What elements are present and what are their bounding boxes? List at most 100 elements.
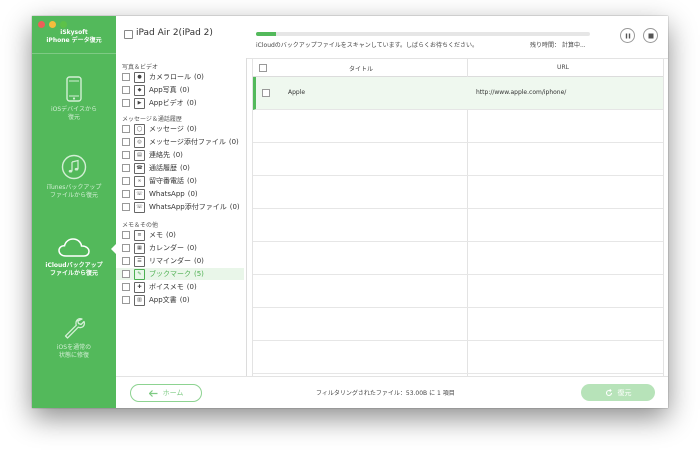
table-row[interactable]: Apple http://www.apple.com/iphone/ (253, 77, 663, 110)
nav-label-line1: iTunesバックアップ (46, 184, 102, 191)
category-calendar[interactable]: ▦ カレンダー (0) (116, 242, 244, 254)
category-label: WhatsApp添付ファイル (149, 203, 227, 211)
category-app-photos[interactable]: ◆ App写真 (0) (116, 84, 244, 96)
nav-repair-ios[interactable]: iOSを通常の 状態に修復 (32, 316, 116, 360)
category-label: カメラロール (149, 73, 191, 81)
category-label: 留守番電話 (149, 177, 184, 185)
category-checkbox[interactable] (122, 86, 130, 94)
nav-label-line2: 復元 (67, 114, 80, 121)
row-checkbox[interactable] (262, 89, 270, 97)
category-checkbox[interactable] (122, 138, 130, 146)
whatsapp-icon: ☏ (134, 188, 145, 200)
category-checkbox[interactable] (122, 164, 130, 172)
nav-label-line1: iOSデバイスから (50, 106, 98, 113)
category-app-videos[interactable]: ▶ Appビデオ (0) (116, 97, 244, 109)
close-window-button[interactable] (38, 21, 45, 28)
filter-status-text: フィルタリングされたファイル：53.00B に 1 項目 (316, 390, 455, 397)
contacts-icon: ▤ (134, 149, 145, 161)
sidebar: iSkysoft iPhone データ復元 iOSデバイスから 復元 iTune (32, 16, 116, 408)
row-title: Apple (288, 89, 306, 96)
app-window: iSkysoft iPhone データ復元 iOSデバイスから 復元 iTune (32, 16, 668, 408)
category-message-attachments[interactable]: ◎ メッセージ添付ファイル (0) (116, 136, 244, 148)
scan-progress-fill (256, 32, 277, 36)
category-checkbox[interactable] (122, 244, 130, 252)
category-app-documents[interactable]: ▥ App文書 (0) (116, 294, 244, 306)
app-document-icon: ▥ (134, 294, 145, 306)
category-checkbox[interactable] (122, 190, 130, 198)
home-button[interactable]: ホーム (130, 384, 202, 402)
top-bar: iPad Air 2(iPad 2) iCloudのバックアップファイルをスキャ… (116, 16, 668, 59)
nav-recover-from-itunes-backup[interactable]: iTunesバックアップ ファイルから復元 (32, 154, 116, 200)
select-all-checkbox[interactable] (259, 64, 267, 72)
category-group-notes-other: メモ＆その他 (122, 222, 159, 229)
stop-button[interactable] (643, 28, 658, 43)
reminder-icon: ☰ (134, 255, 145, 267)
calendar-icon: ▦ (134, 242, 145, 254)
nav-label-line2: 状態に修復 (58, 352, 89, 359)
category-label: メッセージ (149, 125, 184, 133)
category-whatsapp-attachments[interactable]: ☏ WhatsApp添付ファイル (0) (116, 201, 244, 213)
category-messages[interactable]: ◯ メッセージ (0) (116, 123, 244, 135)
category-camera-roll[interactable]: ● カメラロール (0) (116, 71, 244, 83)
category-contacts[interactable]: ▤ 連絡先 (0) (116, 149, 244, 161)
category-label: App写真 (149, 86, 177, 94)
category-checkbox[interactable] (122, 99, 130, 107)
table-row-empty (253, 176, 663, 209)
cloud-icon (58, 238, 90, 257)
nav-label-line2: ファイルから復元 (49, 192, 98, 199)
category-label: メモ (149, 231, 163, 239)
category-checkbox[interactable] (122, 151, 130, 159)
category-checkbox[interactable] (122, 73, 130, 81)
category-count: (0) (186, 283, 197, 291)
table-header: タイトル URL (253, 58, 663, 77)
category-label: 連絡先 (149, 151, 170, 159)
category-checkbox[interactable] (122, 177, 130, 185)
remaining-time-label: 残り時間： (530, 42, 561, 49)
nav-label-line2: ファイルから復元 (49, 270, 98, 277)
remaining-time-value: 計算中... (561, 42, 586, 49)
category-checkbox[interactable] (122, 296, 130, 304)
category-label: ブックマーク (149, 270, 191, 278)
category-checkbox[interactable] (122, 231, 130, 239)
category-voicemail[interactable]: ∞ 留守番電話 (0) (116, 175, 244, 187)
category-checkbox[interactable] (122, 283, 130, 291)
pause-icon (625, 33, 630, 38)
recover-button-label: 復元 (617, 388, 632, 397)
maximize-window-button[interactable] (60, 21, 67, 28)
category-count: (0) (173, 151, 183, 159)
table-row-empty (253, 341, 663, 374)
table-row-empty (253, 110, 663, 143)
recover-button[interactable]: 復元 (581, 384, 655, 401)
category-reminders[interactable]: ☰ リマインダー (0) (116, 255, 244, 267)
category-checkbox[interactable] (122, 270, 130, 278)
category-notes[interactable]: ≡ メモ (0) (116, 229, 244, 241)
category-count: (0) (194, 73, 204, 81)
category-checkbox[interactable] (122, 257, 130, 265)
category-checkbox[interactable] (122, 125, 130, 133)
pause-button[interactable] (620, 28, 635, 43)
category-count: (0) (179, 86, 190, 94)
wrench-icon (64, 318, 86, 339)
column-header-url[interactable]: URL (543, 64, 583, 71)
category-call-history[interactable]: ☎ 通話履歴 (0) (116, 162, 244, 174)
device-name: iPad Air 2(iPad 2) (136, 28, 213, 38)
category-checkbox[interactable] (122, 203, 130, 211)
bottom-bar: ホーム フィルタリングされたファイル：53.00B に 1 項目 復元 (116, 376, 668, 408)
category-bookmarks[interactable]: ✎ ブックマーク (5) (116, 268, 244, 280)
category-count: (0) (187, 177, 197, 185)
bookmark-icon: ✎ (134, 268, 145, 280)
category-group-photos-videos: 写真＆ビデオ (122, 64, 159, 71)
device-checkbox[interactable] (124, 30, 133, 39)
product-name: iPhone データ復元 (46, 37, 102, 44)
back-arrow-icon (148, 389, 158, 397)
table-row-empty (253, 209, 663, 242)
results-table: タイトル URL Apple http://www.apple.com/ipho… (252, 58, 664, 376)
nav-label-line1: iCloudバックアップ (45, 262, 103, 269)
column-header-title[interactable]: タイトル (341, 64, 381, 73)
category-voice-memos[interactable]: ✚ ボイスメモ (0) (116, 281, 244, 293)
nav-recover-from-ios-device[interactable]: iOSデバイスから 復元 (32, 76, 116, 122)
category-count: (0) (187, 244, 197, 252)
category-whatsapp[interactable]: ☏ WhatsApp (0) (116, 188, 244, 200)
nav-recover-from-icloud-backup[interactable]: iCloudバックアップ ファイルから復元 (32, 236, 116, 278)
minimize-window-button[interactable] (49, 21, 56, 28)
